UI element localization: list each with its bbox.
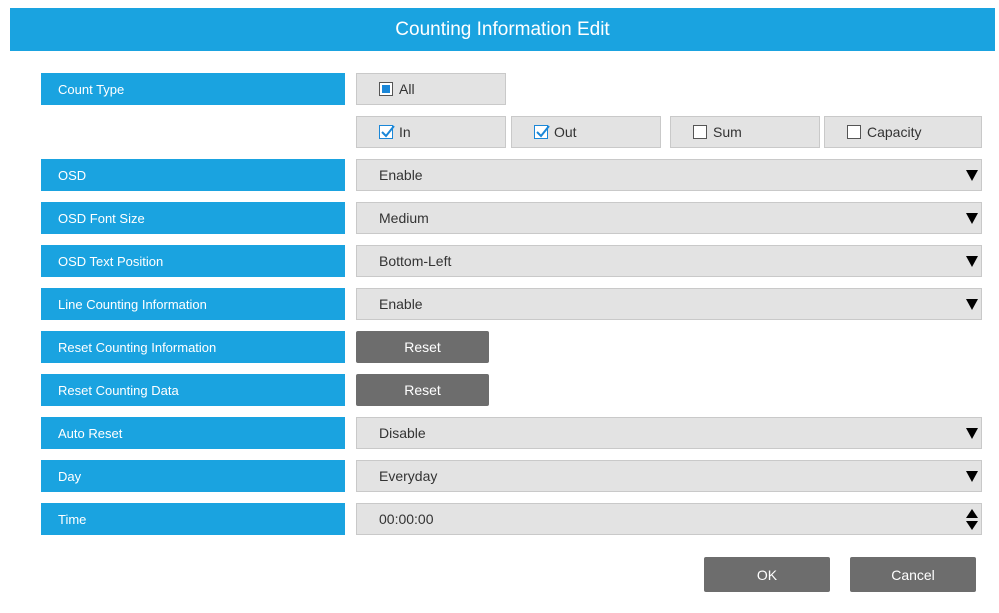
line-counting-info-row: Line Counting Information Enable [41, 288, 982, 320]
count-type-label: Count Type [41, 73, 345, 105]
time-input[interactable]: 00:00:00 [356, 503, 982, 535]
osd-text-position-value: Bottom-Left [379, 253, 452, 269]
count-in-label: In [399, 124, 411, 140]
count-type-row: Count Type All [41, 73, 982, 105]
osd-text-position-row: OSD Text Position Bottom-Left [41, 245, 982, 277]
auto-reset-select[interactable]: Disable [356, 417, 982, 449]
osd-font-size-value: Medium [379, 210, 429, 226]
line-counting-info-value: Enable [379, 296, 423, 312]
empty-checkbox-icon [847, 125, 861, 139]
dropdown-arrow-icon [966, 299, 978, 310]
spinner-icon[interactable] [966, 509, 978, 531]
osd-text-position-label: OSD Text Position [41, 245, 345, 277]
dropdown-arrow-icon [966, 471, 978, 482]
osd-font-size-row: OSD Font Size Medium [41, 202, 982, 234]
day-value: Everyday [379, 468, 438, 484]
dropdown-arrow-icon [966, 428, 978, 439]
auto-reset-value: Disable [379, 425, 426, 441]
spinner-up-icon[interactable] [966, 509, 978, 518]
count-in-checkbox[interactable]: In [356, 116, 506, 148]
auto-reset-row: Auto Reset Disable [41, 417, 982, 449]
reset-counting-data-label: Reset Counting Data [41, 374, 345, 406]
osd-row: OSD Enable [41, 159, 982, 191]
count-type-all-checkbox[interactable]: All [356, 73, 506, 105]
count-capacity-checkbox[interactable]: Capacity [824, 116, 982, 148]
day-row: Day Everyday [41, 460, 982, 492]
day-select[interactable]: Everyday [356, 460, 982, 492]
partial-check-icon [379, 82, 393, 96]
time-row: Time 00:00:00 [41, 503, 982, 535]
count-sum-checkbox[interactable]: Sum [670, 116, 820, 148]
count-type-all-label: All [399, 81, 415, 97]
count-out-checkbox[interactable]: Out [511, 116, 661, 148]
osd-value: Enable [379, 167, 423, 183]
reset-counting-data-button[interactable]: Reset [356, 374, 489, 406]
counting-info-dialog: Counting Information Edit Count Type All… [10, 8, 995, 608]
dropdown-arrow-icon [966, 170, 978, 181]
day-label: Day [41, 460, 345, 492]
reset-counting-info-button[interactable]: Reset [356, 331, 489, 363]
dropdown-arrow-icon [966, 256, 978, 267]
checkmark-icon [379, 125, 395, 139]
osd-text-position-select[interactable]: Bottom-Left [356, 245, 982, 277]
auto-reset-label: Auto Reset [41, 417, 345, 449]
osd-font-size-select[interactable]: Medium [356, 202, 982, 234]
reset-counting-data-row: Reset Counting Data Reset [41, 374, 982, 406]
osd-font-size-label: OSD Font Size [41, 202, 345, 234]
time-label: Time [41, 503, 345, 535]
ok-button[interactable]: OK [704, 557, 830, 592]
osd-label: OSD [41, 159, 345, 191]
checkmark-icon [534, 125, 550, 139]
empty-checkbox-icon [693, 125, 707, 139]
reset-counting-info-row: Reset Counting Information Reset [41, 331, 982, 363]
cancel-button[interactable]: Cancel [850, 557, 976, 592]
time-value: 00:00:00 [379, 511, 434, 527]
count-out-label: Out [554, 124, 577, 140]
line-counting-info-select[interactable]: Enable [356, 288, 982, 320]
count-capacity-label: Capacity [867, 124, 922, 140]
dialog-title: Counting Information Edit [10, 8, 995, 51]
dropdown-arrow-icon [966, 213, 978, 224]
reset-counting-info-label: Reset Counting Information [41, 331, 345, 363]
count-type-options-row: In Out Sum Capacity [41, 116, 982, 148]
count-sum-label: Sum [713, 124, 742, 140]
osd-select[interactable]: Enable [356, 159, 982, 191]
line-counting-info-label: Line Counting Information [41, 288, 345, 320]
spinner-down-icon[interactable] [966, 521, 978, 530]
